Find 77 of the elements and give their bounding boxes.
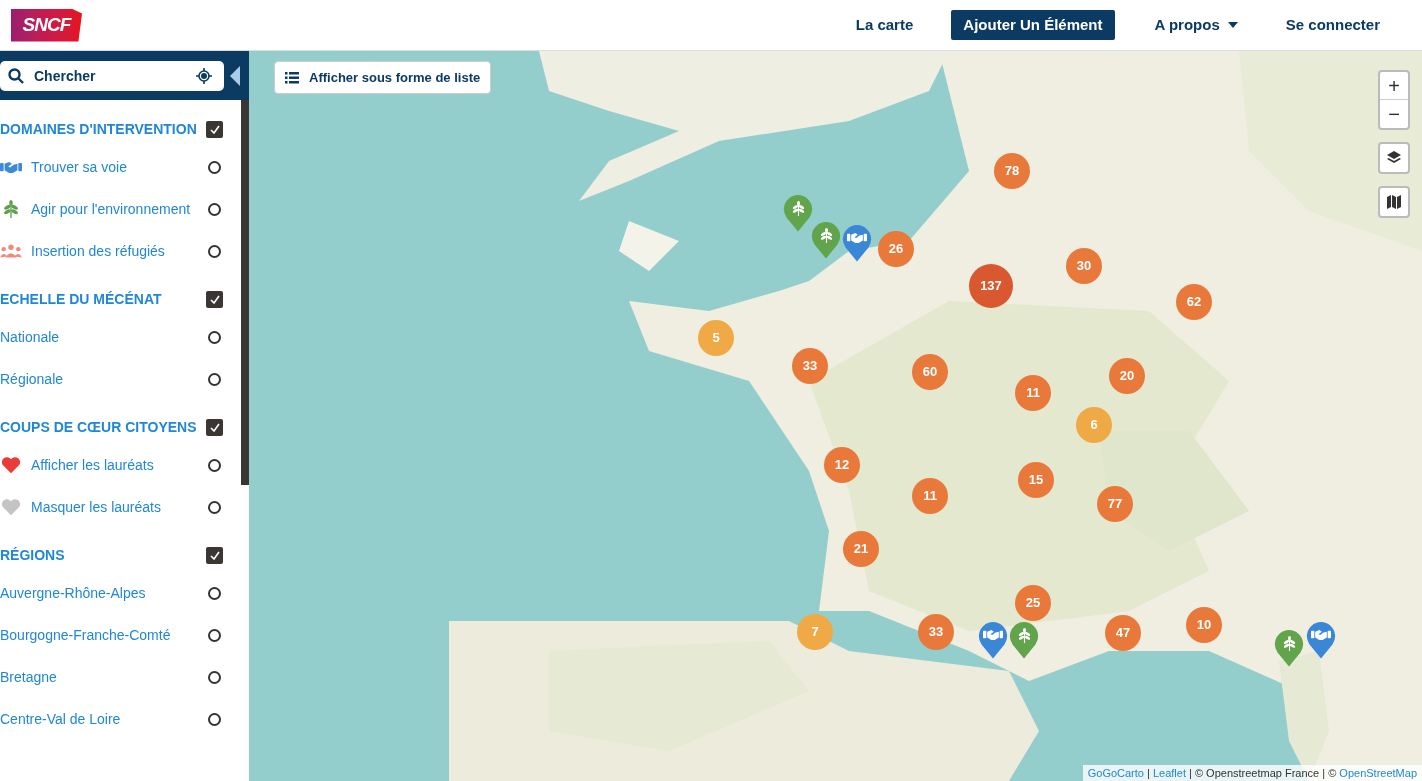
section-title: ECHELLE DU MÉCÉNAT: [0, 289, 162, 309]
check-icon: [209, 124, 220, 134]
radio-button[interactable]: [208, 244, 221, 258]
handshake-icon: [847, 231, 867, 245]
filter-option[interactable]: Afficher les lauréats: [31, 454, 154, 476]
section-checkbox[interactable]: [206, 418, 223, 436]
leaf-icon: [1281, 635, 1297, 651]
attribution-link[interactable]: GoGoCarto: [1087, 766, 1144, 779]
zoom-out-button[interactable]: −: [1380, 100, 1408, 128]
radio-button[interactable]: [208, 500, 221, 514]
scrollbar[interactable]: [241, 100, 249, 485]
leaf-icon: [790, 200, 806, 216]
radio-button[interactable]: [208, 202, 221, 216]
section-checkbox[interactable]: [206, 546, 223, 564]
locate-icon[interactable]: [196, 67, 212, 84]
handshake-icon: [1311, 628, 1331, 642]
leaf-icon: [2, 200, 20, 218]
layers-icon: [1387, 151, 1401, 165]
radio-button[interactable]: [208, 160, 221, 174]
list-view-button[interactable]: Afficher sous forme de liste: [274, 61, 492, 94]
section-title: COUPS DE CŒUR CITOYENS: [0, 417, 197, 437]
search-icon: [8, 67, 24, 84]
attribution-link[interactable]: Leaflet: [1152, 766, 1186, 779]
map-style-button[interactable]: [1378, 186, 1410, 218]
map-pin[interactable]: [1274, 628, 1304, 668]
radio-button[interactable]: [208, 372, 221, 386]
check-icon: [209, 422, 220, 432]
add-element-button[interactable]: Ajouter Un Élément: [951, 10, 1115, 40]
radio-button[interactable]: [208, 458, 221, 472]
check-icon: [209, 294, 220, 304]
section-checkbox[interactable]: [206, 120, 223, 138]
caret-icon: [1227, 22, 1238, 28]
heart-icon: [1, 456, 21, 474]
radio-button[interactable]: [208, 586, 221, 600]
map-pin[interactable]: [1009, 620, 1039, 660]
section-checkbox[interactable]: [206, 290, 223, 308]
filter-option[interactable]: Agir pour l'environnement: [31, 198, 191, 220]
filter-option[interactable]: Bourgogne-Franche-Comté: [0, 624, 171, 646]
logo[interactable]: SNCF: [11, 8, 82, 42]
collapse-icon[interactable]: [230, 65, 240, 86]
filter-option[interactable]: Bretagne: [0, 666, 57, 688]
filter-option[interactable]: Centre-Val de Loire: [0, 708, 121, 730]
filter-option[interactable]: Régionale: [0, 368, 64, 390]
people-icon: [0, 243, 22, 259]
map-pin[interactable]: [811, 220, 841, 260]
map-icon: [1387, 195, 1401, 209]
filter-option[interactable]: Nationale: [0, 326, 60, 348]
section-title: RÉGIONS: [0, 545, 65, 565]
filter-option[interactable]: Auvergne-Rhône-Alpes: [0, 582, 146, 604]
nav-link[interactable]: Se connecter: [1277, 13, 1388, 37]
layers-button[interactable]: [1378, 142, 1410, 174]
about-menu[interactable]: A propos: [1144, 13, 1248, 37]
nav-link[interactable]: La carte: [847, 13, 922, 37]
handshake-icon: [983, 628, 1003, 642]
list-icon: [285, 71, 299, 84]
handshake-icon: [0, 159, 22, 175]
map-pin[interactable]: [978, 620, 1008, 660]
zoom-in-button[interactable]: +: [1380, 72, 1408, 100]
radio-button[interactable]: [208, 712, 221, 726]
map-pin[interactable]: [783, 193, 813, 233]
radio-button[interactable]: [208, 670, 221, 684]
radio-button[interactable]: [208, 330, 221, 344]
filter-option[interactable]: Insertion des réfugiés: [31, 240, 165, 262]
filter-option[interactable]: Trouver sa voie: [31, 156, 127, 178]
leaf-icon: [1016, 627, 1032, 643]
check-icon: [209, 550, 220, 560]
attribution-text: | © Openstreetmap France | ©: [1188, 766, 1338, 779]
map-pin[interactable]: [1306, 620, 1336, 660]
section-title: DOMAINES D'INTERVENTION: [0, 119, 197, 139]
radio-button[interactable]: [208, 628, 221, 642]
map-pin[interactable]: [842, 223, 872, 263]
heart-icon: [1, 498, 21, 516]
search-field[interactable]: Chercher: [0, 60, 224, 91]
filter-option[interactable]: Masquer les lauréats: [31, 496, 161, 518]
attribution-text: |: [1146, 766, 1151, 779]
attribution-link[interactable]: OpenStreetMap: [1339, 766, 1417, 779]
leaf-icon: [818, 227, 834, 243]
